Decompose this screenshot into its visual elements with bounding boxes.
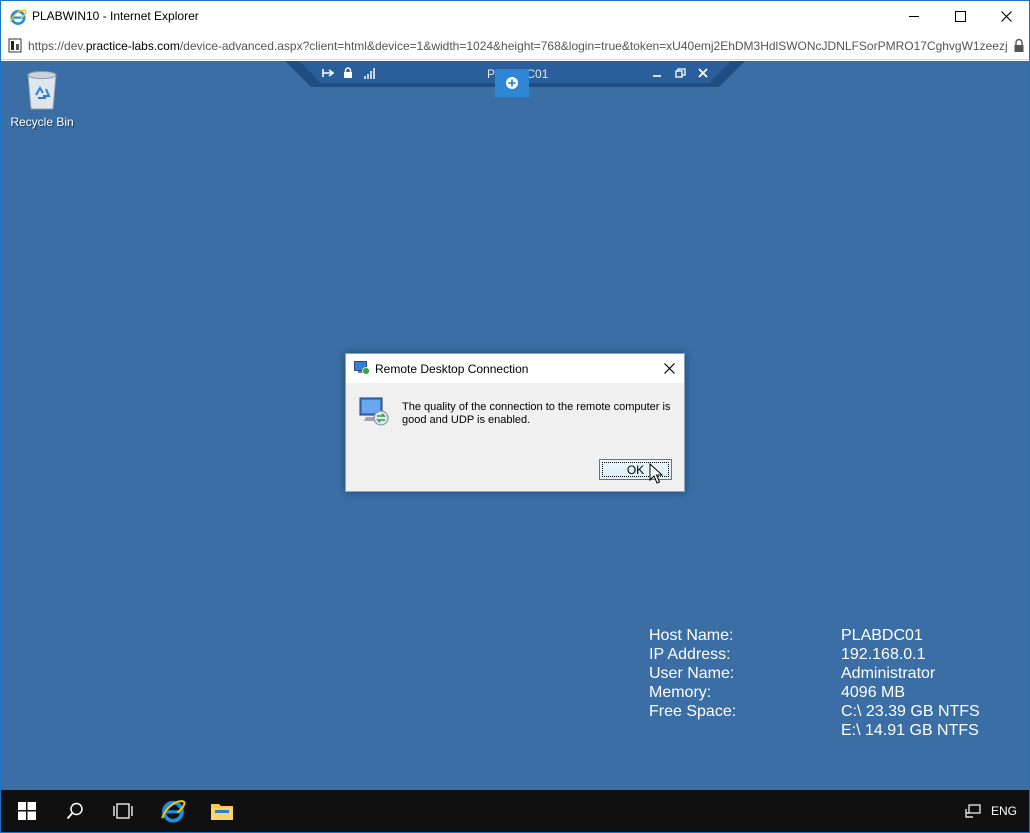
search-icon	[66, 802, 83, 820]
plus-circle-icon	[506, 77, 518, 89]
info-row-user: User Name: Administrator	[649, 665, 1019, 684]
remote-computer-icon	[359, 397, 389, 426]
start-button[interactable]	[3, 790, 51, 832]
restore-icon[interactable]	[673, 66, 687, 80]
window-titlebar[interactable]: PLABWIN10 - Internet Explorer	[1, 1, 1029, 32]
lock-icon[interactable]	[1013, 38, 1025, 53]
connection-bar-expand-button[interactable]	[495, 69, 529, 97]
info-label: Free Space:	[649, 703, 737, 720]
remote-desktop-icon	[354, 361, 370, 375]
close-button[interactable]	[983, 1, 1029, 32]
lock-icon[interactable]	[341, 66, 355, 80]
dialog-title: Remote Desktop Connection	[375, 362, 529, 376]
search-button[interactable]	[51, 790, 99, 832]
close-icon	[1000, 11, 1012, 22]
recycle-bin-label: Recycle Bin	[10, 115, 74, 129]
minimize-button[interactable]	[891, 1, 937, 32]
url-path: /device-advanced.aspx?client=html&device…	[179, 39, 1008, 53]
url-field[interactable]: https://dev.practice-labs.com/device-adv…	[28, 39, 1008, 53]
info-label: IP Address:	[649, 646, 731, 663]
mouse-cursor-icon	[649, 463, 663, 484]
address-bar[interactable]: https://dev.practice-labs.com/device-adv…	[1, 32, 1029, 60]
info-label: User Name:	[649, 665, 735, 682]
language-indicator[interactable]: ENG	[991, 790, 1017, 832]
taskbar-internet-explorer[interactable]	[149, 790, 197, 832]
task-view-button[interactable]	[99, 790, 147, 832]
language-label: ENG	[991, 804, 1018, 818]
url-prefix: https://dev.	[28, 39, 86, 53]
maximize-button[interactable]	[937, 1, 983, 32]
folder-icon	[211, 804, 233, 820]
info-value: 4096 MB	[841, 684, 906, 701]
info-row-host: Host Name: PLABDC01	[649, 627, 1019, 646]
task-view-icon	[113, 803, 133, 819]
info-value: Administrator	[841, 665, 936, 682]
dialog-close-button[interactable]	[660, 359, 678, 377]
pin-toggle-icon[interactable]	[321, 66, 335, 80]
info-label: Host Name:	[649, 627, 734, 644]
network-icon	[965, 804, 981, 818]
recycle-bin[interactable]: Recycle Bin	[9, 69, 75, 139]
taskbar-file-explorer[interactable]	[198, 790, 246, 832]
recycle-bin-icon	[27, 71, 57, 110]
info-value: 192.168.0.1	[841, 646, 926, 663]
info-row-ip: IP Address: 192.168.0.1	[649, 646, 1019, 665]
info-row-free-space-c: Free Space: C:\ 23.39 GB NTFS	[649, 703, 1019, 722]
windows-logo-icon	[18, 802, 36, 820]
info-value: C:\ 23.39 GB NTFS	[841, 703, 980, 720]
dialog-message: The quality of the connection to the rem…	[402, 401, 671, 426]
info-row-memory: Memory: 4096 MB	[649, 684, 1019, 703]
page-icon	[8, 38, 22, 53]
internet-explorer-icon	[9, 9, 27, 25]
signal-strength-icon[interactable]	[363, 66, 377, 80]
info-value: PLABDC01	[841, 627, 923, 644]
info-label: Memory:	[649, 684, 712, 701]
url-host: practice-labs.com	[85, 39, 180, 53]
info-row-free-space-e: E:\ 14.91 GB NTFS	[649, 722, 1019, 741]
taskbar: ENG	[1, 790, 1029, 832]
remote-desktop[interactable]: Recycle Bin PLABDC01	[1, 61, 1029, 790]
connection-bar[interactable]: PLABDC01	[285, 61, 745, 97]
maximize-icon	[954, 11, 966, 22]
close-icon	[663, 362, 675, 374]
close-icon[interactable]	[696, 66, 710, 80]
system-info-panel: Host Name: PLABDC01 IP Address: 192.168.…	[649, 627, 1019, 741]
dialog-titlebar[interactable]: Remote Desktop Connection	[346, 354, 684, 383]
info-value: E:\ 14.91 GB NTFS	[841, 722, 979, 739]
minimize-icon[interactable]	[650, 66, 664, 80]
internet-explorer-icon	[161, 800, 186, 823]
minimize-icon	[908, 16, 919, 17]
network-tray-icon[interactable]	[965, 790, 981, 832]
browser-window: PLABWIN10 - Internet Explorer https://de…	[0, 0, 1030, 833]
window-title: PLABWIN10 - Internet Explorer	[32, 9, 199, 23]
remote-desktop-dialog[interactable]: Remote Desktop Connection The quality of…	[345, 353, 685, 492]
